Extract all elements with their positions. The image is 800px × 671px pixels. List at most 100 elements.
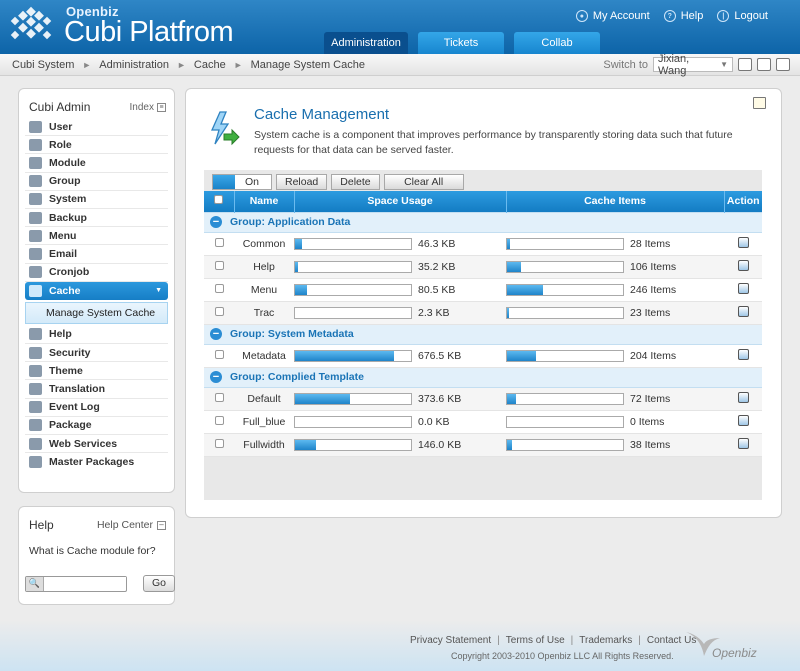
package-icon [29,419,42,432]
cache-items-cell: 246 Items [506,278,724,302]
action-cell [724,278,762,302]
fullscreen-icon[interactable] [776,58,790,71]
sidebar-item-master-packages[interactable]: Master Packages [25,453,168,471]
breadcrumb-item[interactable]: Cubi System [12,59,74,71]
clear-cache-icon[interactable] [737,414,749,426]
cache-items-value: 106 Items [630,260,677,273]
edit-note-icon[interactable] [753,97,766,109]
clear-cache-icon[interactable] [737,259,749,271]
sidebar-item-user[interactable]: User [25,118,168,137]
clear-cache-icon[interactable] [737,236,749,248]
user-icon: ● [575,10,588,22]
table-row[interactable]: Default 373.6 KB 72 Items [204,387,762,411]
clear-cache-icon[interactable] [737,391,749,403]
space-usage-bar [294,237,412,250]
collapse-icon[interactable]: – [157,520,166,530]
row-checkbox[interactable] [214,283,224,293]
clear-cache-icon[interactable] [737,282,749,294]
comment-icon[interactable] [757,58,771,71]
sidebar-item-help[interactable]: Help [25,326,168,345]
log-icon [29,401,42,414]
space-usage-cell: 373.6 KB [294,387,506,411]
trademarks-link[interactable]: Trademarks [579,635,632,646]
sidebar-item-system[interactable]: System [25,191,168,209]
reload-button[interactable]: Reload [276,174,328,190]
cache-items-value: 246 Items [630,283,677,296]
collapse-icon[interactable]: − [210,216,222,229]
go-button[interactable]: Go [143,575,175,592]
group-row[interactable]: − Group: System Metadata [204,323,762,345]
sidebar-item-label: User [49,120,73,133]
logout-link[interactable]: | Logout [717,10,768,22]
help-center-link[interactable]: Help Center – [97,519,166,531]
row-checkbox[interactable] [214,438,224,448]
sidebar-item-cronjob[interactable]: Cronjob [25,264,168,282]
table-row[interactable]: Full_blue 0.0 KB 0 Items [204,410,762,434]
sidebar-item-label: Security [49,346,91,359]
clear-cache-icon[interactable] [737,437,749,449]
breadcrumb-item[interactable]: Administration [99,59,169,71]
group-row[interactable]: − Group: Application Data [204,211,762,233]
row-select-cell [204,301,234,325]
my-account-label: My Account [592,10,650,22]
page-title: Cache Management [254,106,390,123]
row-checkbox[interactable] [214,306,224,316]
row-checkbox[interactable] [214,349,224,359]
sidebar-item-package[interactable]: Package [25,417,168,435]
row-checkbox[interactable] [214,392,224,402]
column-header-name[interactable]: Name [234,191,295,212]
tab-collab[interactable]: Collab [514,32,600,54]
tab-tickets[interactable]: Tickets [418,32,504,54]
help-search-input[interactable] [44,577,126,590]
table-row[interactable]: Metadata 676.5 KB 204 Items [204,344,762,368]
clear-cache-icon[interactable] [737,305,749,317]
breadcrumb-item[interactable]: Cache [194,59,226,71]
sidebar-item-backup[interactable]: Backup [25,209,168,228]
switch-user-select[interactable]: Jixian, Wang ▼ [653,53,733,77]
select-all-checkbox[interactable] [214,195,224,205]
privacy-statement-link[interactable]: Privacy Statement [410,635,491,646]
help-link[interactable]: ? Help [663,10,703,22]
table-row[interactable]: Menu 80.5 KB 246 Items [204,278,762,302]
my-account-link[interactable]: ● My Account [575,10,650,22]
row-checkbox[interactable] [214,237,224,247]
sidebar-item-web-services[interactable]: Web Services [25,435,168,454]
space-usage-bar [294,260,412,273]
terms-of-use-link[interactable]: Terms of Use [506,635,565,646]
index-link[interactable]: Index ≡ [130,102,166,113]
sidebar-item-cache[interactable]: Cache ▼ [25,281,168,300]
sidebar-item-role[interactable]: Role [25,136,168,155]
collapse-icon[interactable]: − [210,371,222,384]
cache-name: Fullwidth [234,433,294,457]
help-question[interactable]: What is Cache module for? [19,532,174,557]
sidebar-item-security[interactable]: Security [25,344,168,363]
on-toggle[interactable]: On [212,174,272,190]
action-cell [724,387,762,411]
table-row[interactable]: Common 46.3 KB 28 Items [204,232,762,256]
row-checkbox[interactable] [214,260,224,270]
clear-all-button[interactable]: Clear All [383,174,464,190]
sidebar-item-email[interactable]: Email [25,245,168,264]
table-row[interactable]: Help 35.2 KB 106 Items [204,255,762,279]
sidebar-subitem-manage-system-cache[interactable]: Manage System Cache [25,301,168,324]
column-header-space[interactable]: Space Usage [294,191,507,212]
email-icon [29,247,42,260]
row-checkbox[interactable] [214,415,224,425]
sidebar-item-menu[interactable]: Menu [25,227,168,246]
sidebar-item-group[interactable]: Group [25,173,168,191]
group-row[interactable]: − Group: Complied Template [204,366,762,388]
clear-cache-icon[interactable] [737,348,749,360]
delete-button[interactable]: Delete [331,174,380,190]
sidebar-item-translation[interactable]: Translation [25,380,168,399]
row-select-cell [204,278,234,302]
table-row[interactable]: Fullwidth 146.0 KB 38 Items [204,433,762,457]
table-row[interactable]: Trac 2.3 KB 23 Items [204,301,762,325]
sidebar-item-theme[interactable]: Theme [25,362,168,381]
tab-administration[interactable]: Administration [324,32,408,54]
sidebar-item-module[interactable]: Module [25,154,168,173]
edit-note-icon[interactable] [738,58,752,71]
sidebar-item-label: Email [49,247,78,260]
column-header-items[interactable]: Cache Items [506,191,725,212]
sidebar-item-event-log[interactable]: Event Log [25,399,168,417]
collapse-icon[interactable]: − [210,328,222,341]
